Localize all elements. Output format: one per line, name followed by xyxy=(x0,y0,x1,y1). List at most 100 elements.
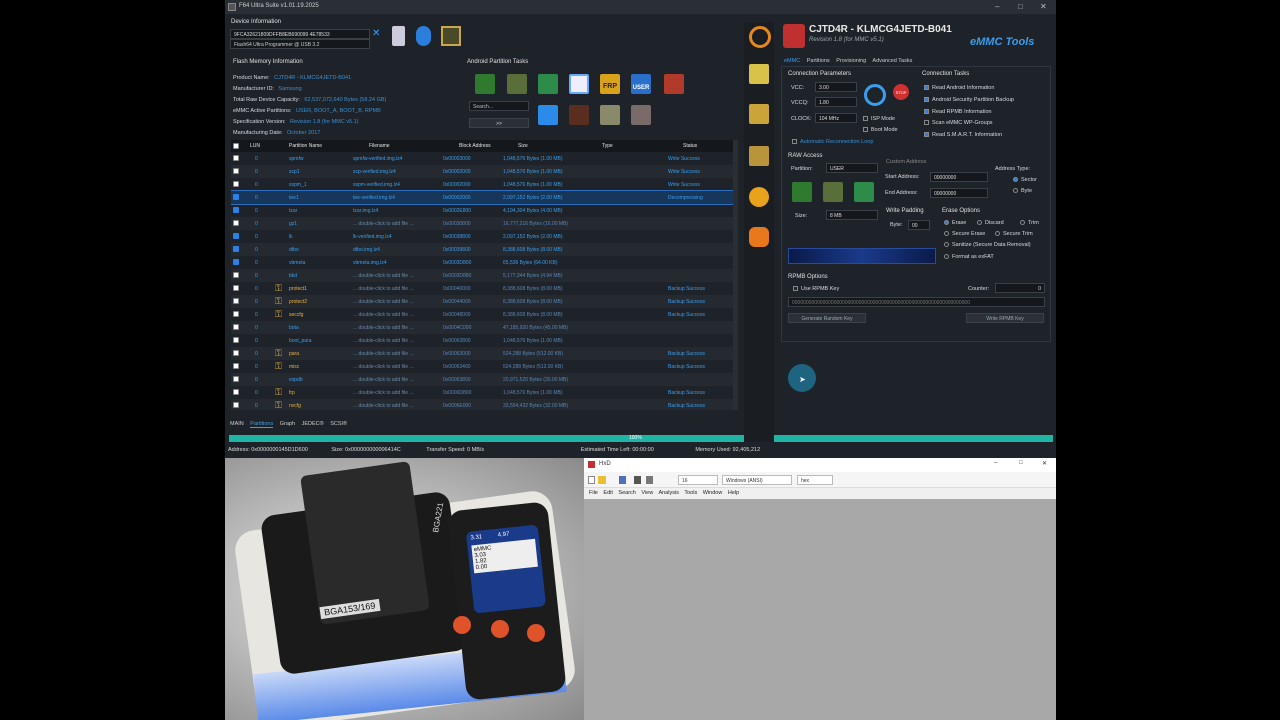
raw-read-icon[interactable] xyxy=(792,182,812,202)
trim-radio[interactable] xyxy=(1020,220,1025,226)
row-filename[interactable]: ... double-click to add file ... xyxy=(353,221,414,227)
expand-button[interactable]: >> xyxy=(469,118,529,128)
row-filename[interactable]: tee-verified.img.lz4 xyxy=(353,195,395,201)
table-row[interactable]: 0 ⚿ seccfg ... double-click to add file ...… xyxy=(231,308,733,321)
tab-partitions-right[interactable]: Partitions xyxy=(807,58,830,64)
mode-select[interactable]: hex xyxy=(797,475,833,485)
padding-byte-select[interactable]: 00 xyxy=(908,220,930,230)
row-checkbox[interactable] xyxy=(233,155,239,161)
col-partition-name[interactable]: Partition Name xyxy=(289,143,322,149)
refresh-tool-icon[interactable] xyxy=(749,26,771,48)
auto-reconnect-checkbox[interactable] xyxy=(792,139,797,145)
disconnect-icon[interactable]: ✕ xyxy=(372,28,380,39)
row-checkbox[interactable] xyxy=(233,233,239,239)
user-tool-icon[interactable] xyxy=(749,227,769,247)
open-file-icon[interactable] xyxy=(598,476,606,484)
usb-icon[interactable] xyxy=(392,26,405,46)
erase-partition-icon[interactable] xyxy=(569,74,589,94)
row-filename[interactable]: ... double-click to add file ... xyxy=(353,338,414,344)
row-checkbox[interactable] xyxy=(233,389,239,395)
search-input[interactable]: Search... xyxy=(469,101,529,111)
row-checkbox[interactable] xyxy=(233,194,239,200)
device-id-field[interactable]: 9FCA32621809DFFB8EB690099 4E78533 xyxy=(230,29,370,39)
table-row[interactable]: 0 bkd ... double-click to add file ... 0x00… xyxy=(231,269,733,282)
clock-select[interactable]: 104 MHz xyxy=(815,113,857,123)
row-checkbox[interactable] xyxy=(233,402,239,408)
tab-advanced-tasks[interactable]: Advanced Tasks xyxy=(872,58,912,64)
row-checkbox[interactable] xyxy=(233,298,239,304)
write-rpmb-key-button[interactable]: Write RPMB Key xyxy=(966,313,1044,323)
menu-help[interactable]: Help xyxy=(728,490,739,496)
factory-reset-icon[interactable] xyxy=(664,74,684,94)
row-filename[interactable]: ... double-click to add file ... xyxy=(353,403,414,409)
row-filename[interactable]: dtbo.img.lz4 xyxy=(353,247,380,253)
table-row[interactable]: 0 ⚿ nvcfg ... double-click to add file ... 0… xyxy=(231,399,733,410)
task-checkbox[interactable] xyxy=(924,85,929,91)
size-select[interactable]: 8 MB xyxy=(826,210,878,220)
table-row[interactable]: 0 ⚿ protect1 ... double-click to add file .… xyxy=(231,282,733,295)
row-checkbox[interactable] xyxy=(233,246,239,252)
table-row[interactable]: 0 vbmeta vbmeta.img.lz4 0x0003D800 65,536 By… xyxy=(231,256,733,269)
columns-select[interactable]: 16 xyxy=(678,475,718,485)
table-row[interactable]: 0 ⚿ para ... double-click to add file ... 0x… xyxy=(231,347,733,360)
table-row[interactable]: 0 gz1 ... double-click to add file ... 0x00… xyxy=(231,217,733,230)
tab-main[interactable]: MAIN xyxy=(230,421,244,427)
col-type[interactable]: Type xyxy=(602,143,613,149)
edit-partition-icon[interactable] xyxy=(507,74,527,94)
sanitize-radio[interactable] xyxy=(944,242,949,248)
col-size[interactable]: Size xyxy=(518,143,528,149)
hxd-minimize-icon[interactable]: – xyxy=(994,460,997,466)
table-row[interactable]: 0 bota ... double-click to add file ... 0x0… xyxy=(231,321,733,334)
col-status[interactable]: Status xyxy=(683,143,697,149)
rpmb-key-input[interactable]: 0000000000000000000000000000000000000000… xyxy=(788,297,1045,307)
byte-radio[interactable] xyxy=(1013,188,1018,194)
menu-search[interactable]: Search xyxy=(618,490,635,496)
power-icon[interactable] xyxy=(631,105,651,125)
partition-select[interactable]: USER xyxy=(826,163,878,173)
tab-partitions[interactable]: Partitions xyxy=(250,421,274,428)
generate-key-button[interactable]: Generate Random Key xyxy=(788,313,866,323)
new-file-icon[interactable] xyxy=(588,476,595,484)
copy-icon[interactable] xyxy=(646,476,653,484)
row-filename[interactable]: ... double-click to add file ... xyxy=(353,325,414,331)
read-partition-icon[interactable] xyxy=(475,74,495,94)
secure-trim-radio[interactable] xyxy=(995,231,1000,237)
erase-radio[interactable] xyxy=(944,220,949,226)
emmc-tool-icon[interactable] xyxy=(749,104,769,124)
table-row[interactable]: 0 ⚿ protect2 ... double-click to add file .… xyxy=(231,295,733,308)
row-checkbox[interactable] xyxy=(233,376,239,382)
menu-edit[interactable]: Edit xyxy=(603,490,612,496)
counter-input[interactable]: 0 xyxy=(995,283,1045,293)
tab-jedec[interactable]: JEDEC® xyxy=(302,421,324,427)
row-checkbox[interactable] xyxy=(233,285,239,291)
row-checkbox[interactable] xyxy=(233,324,239,330)
menu-analysis[interactable]: Analysis xyxy=(658,490,678,496)
table-row[interactable]: 0 sspm_1 sspm-verified.img.lz4 0x00002000 1,… xyxy=(231,178,733,191)
row-filename[interactable]: ... double-click to add file ... xyxy=(353,377,414,383)
col-lun[interactable]: LUN xyxy=(250,143,260,149)
frp-icon[interactable]: FRP xyxy=(600,74,620,94)
row-filename[interactable]: sspm-verified.img.lz4 xyxy=(353,182,400,188)
menu-file[interactable]: File xyxy=(589,490,598,496)
boot-mode-checkbox[interactable] xyxy=(863,127,868,133)
save-file-icon[interactable] xyxy=(619,476,626,484)
row-filename[interactable]: ... double-click to add file ... xyxy=(353,364,414,370)
table-row[interactable]: 0 spmfw spmfw-verified.img.lz4 0x00003000 1,… xyxy=(231,152,733,165)
format-radio[interactable] xyxy=(944,254,949,260)
close-icon[interactable]: ✕ xyxy=(1040,2,1047,11)
row-filename[interactable]: ... double-click to add file ... xyxy=(353,299,414,305)
upload-icon[interactable] xyxy=(569,105,589,125)
row-filename[interactable]: spmfw-verified.img.lz4 xyxy=(353,156,402,162)
settings-tool-icon[interactable] xyxy=(749,187,769,207)
sector-radio[interactable] xyxy=(1013,177,1018,183)
connect-icon[interactable] xyxy=(864,84,886,106)
row-filename[interactable]: ... double-click to add file ... xyxy=(353,351,414,357)
row-checkbox[interactable] xyxy=(233,207,239,213)
encoding-select[interactable]: Windows (ANSI) xyxy=(722,475,792,485)
row-filename[interactable]: lk-verified.img.lz4 xyxy=(353,234,392,240)
table-row[interactable]: 0 tee1 tee-verified.img.lz4 0x00002000 2,097… xyxy=(231,190,733,205)
row-checkbox[interactable] xyxy=(233,350,239,356)
vccq-select[interactable]: 1.80 xyxy=(815,97,857,107)
tab-emmc[interactable]: eMMC xyxy=(784,58,800,64)
row-checkbox[interactable] xyxy=(233,168,239,174)
